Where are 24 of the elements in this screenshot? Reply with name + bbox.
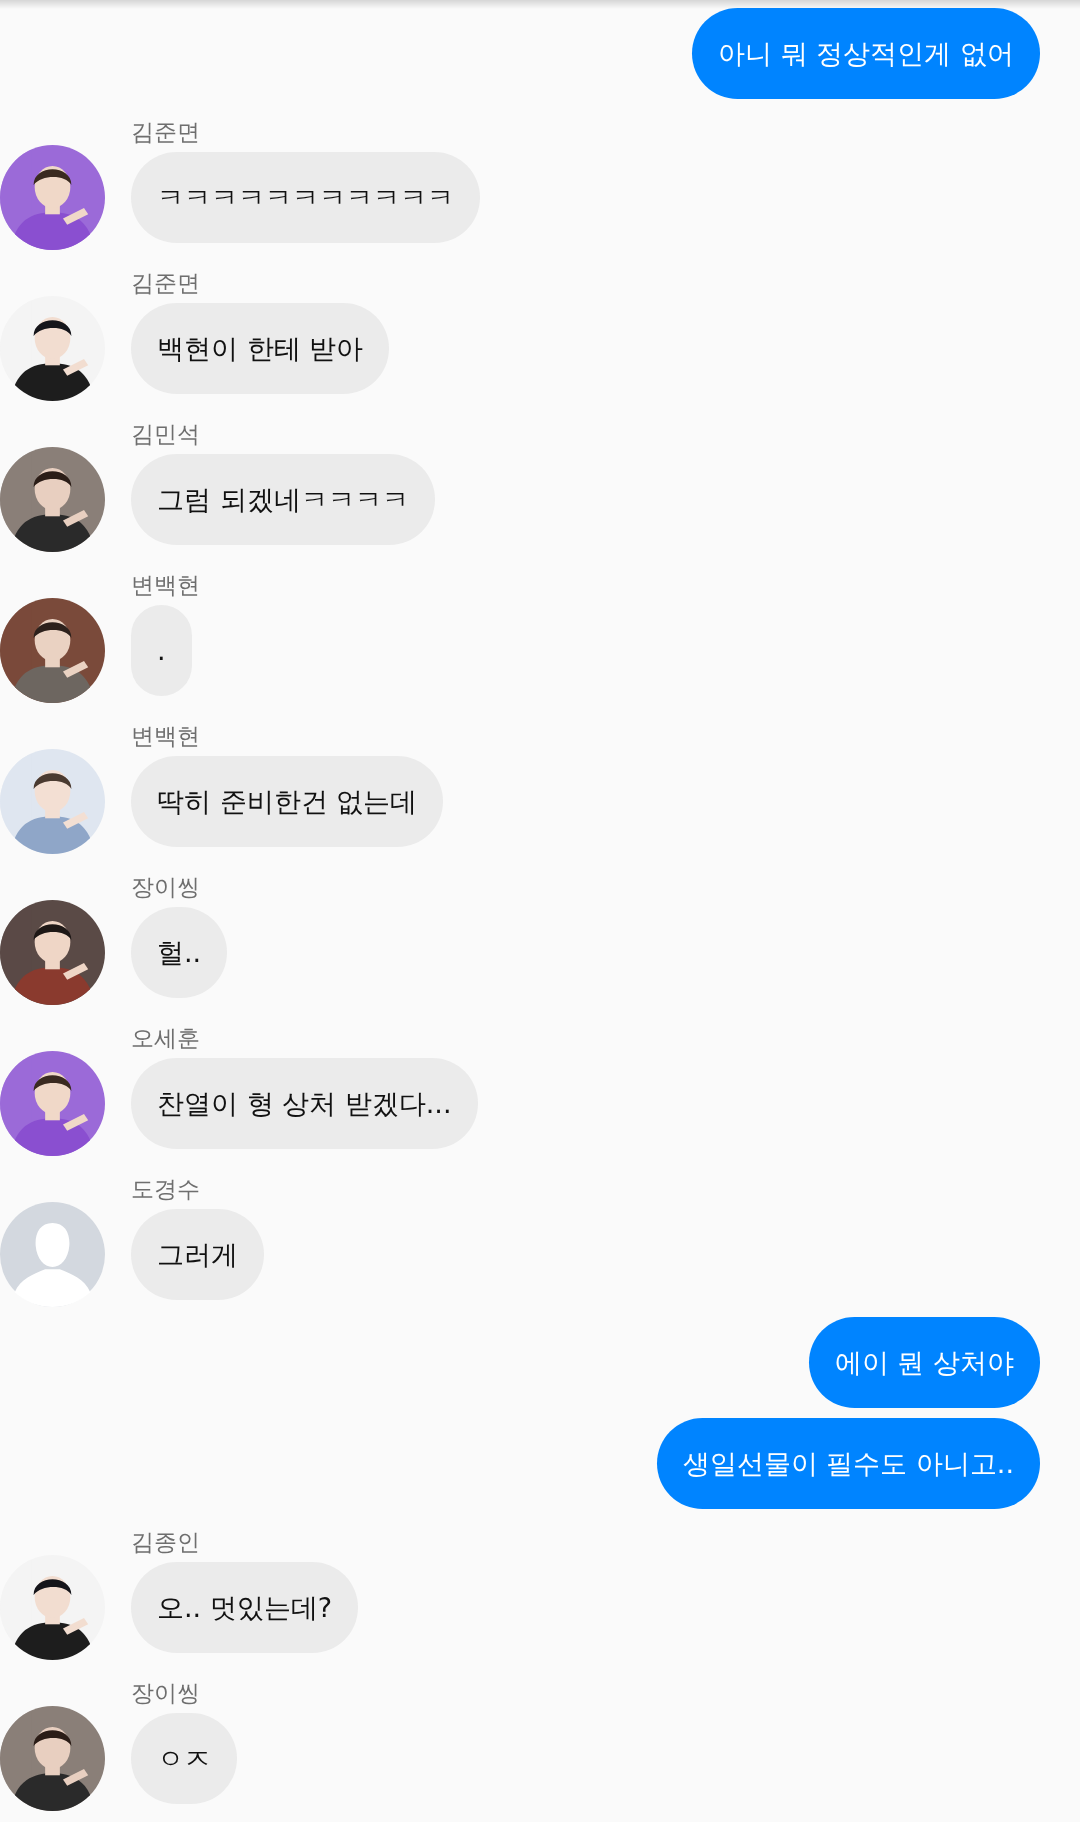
message-bubble: ㅇㅈ [131,1713,237,1804]
sender-name: 변백현 [131,572,200,598]
message-bubble: 아니 뭐 정상적인게 없어 [692,8,1040,99]
message-bubble: 찬열이 형 상처 받겠다... [131,1058,478,1149]
message-bubble: 딱히 준비한건 없는데 [131,756,444,847]
message-bubble: 백현이 한테 받아 [131,303,390,394]
message-bubble: . [131,605,192,696]
message-bubble: 헐.. [131,907,228,998]
message-bubble: 생일선물이 필수도 아니고.. [656,1418,1040,1509]
message-bubble: 그럼 되겠네ㅋㅋㅋㅋ [131,454,435,545]
sender-name: 도경수 [131,1176,200,1202]
sender-name: 장이씽 [131,1680,200,1706]
message-bubble: 에이 뭔 상처야 [808,1317,1040,1408]
sender-name: 변백현 [131,723,200,749]
default-avatar-icon [0,1202,105,1307]
sender-name: 오세훈 [131,1025,200,1051]
sender-name: 김종인 [131,1529,200,1555]
sender-name: 김준면 [131,270,200,296]
message-bubble: 오.. 멋있는데? [131,1562,359,1653]
sender-name: 장이씽 [131,874,200,900]
message-bubble: 그러게 [131,1209,264,1300]
sender-name: 김준면 [131,119,200,145]
sender-name: 김민석 [131,421,200,447]
message-bubble: ㅋㅋㅋㅋㅋㅋㅋㅋㅋㅋㅋ [131,152,480,243]
